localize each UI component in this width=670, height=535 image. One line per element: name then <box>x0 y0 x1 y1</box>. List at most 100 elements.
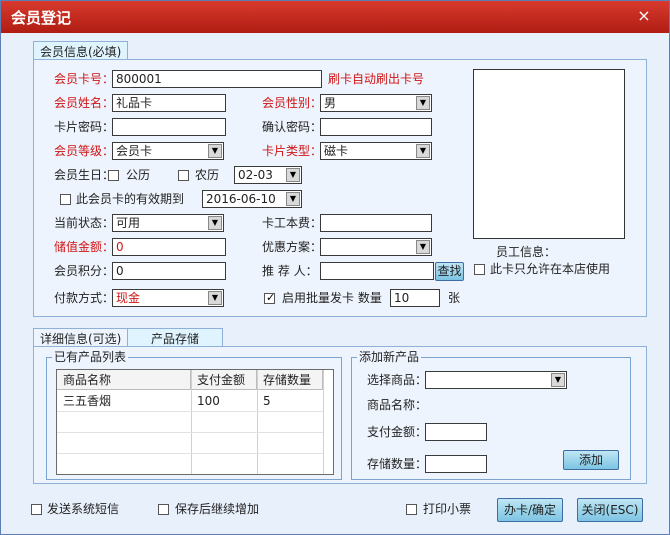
expiry-label: 此会员卡的有效期到 <box>76 192 185 206</box>
window-title: 会员登记 <box>11 9 72 27</box>
discount-label: 优惠方案： <box>262 240 323 254</box>
name-label: 会员姓名： <box>54 96 115 110</box>
solar-checkbox[interactable] <box>108 170 119 181</box>
stored-amount-label: 储值金额： <box>54 240 115 254</box>
storage-qty-input[interactable] <box>425 455 487 473</box>
level-label: 会员等级： <box>54 144 115 158</box>
password-label: 卡片密码： <box>54 120 115 134</box>
existing-products-title: 已有产品列表 <box>52 350 129 364</box>
chevron-down-icon: ▼ <box>286 168 300 182</box>
card-no-label: 会员卡号： <box>54 72 115 86</box>
points-label: 会员积分： <box>54 264 115 278</box>
card-type-select[interactable]: 磁卡 ▼ <box>320 142 432 160</box>
send-sms-checkbox[interactable] <box>31 504 42 515</box>
expiry-value: 2016-06-10 <box>206 192 276 206</box>
card-type-label: 卡片类型： <box>262 144 323 158</box>
row-divider <box>57 432 323 433</box>
discount-select[interactable]: ▼ <box>320 238 432 256</box>
close-icon[interactable]: × <box>636 8 652 24</box>
confirm-password-input[interactable] <box>320 118 432 136</box>
chevron-down-icon: ▼ <box>416 144 430 158</box>
payment-value: 现金 <box>116 291 141 305</box>
gender-select[interactable]: 男 ▼ <box>320 94 432 112</box>
payment-label: 付款方式： <box>54 291 115 305</box>
swipe-hint: 刷卡自动刷出卡号 <box>328 72 425 86</box>
chevron-down-icon: ▼ <box>416 240 430 254</box>
products-table[interactable]: 商品名称 支付金额 存储数量 三五香烟 100 5 <box>56 369 334 475</box>
product-name-label: 商品名称： <box>367 398 428 412</box>
title-bar: 会员登记 × <box>1 1 669 33</box>
member-photo[interactable] <box>473 69 625 239</box>
stored-amount-input[interactable]: 0 <box>112 238 226 256</box>
continue-add-checkbox[interactable] <box>158 504 169 515</box>
column-header-name[interactable]: 商品名称 <box>57 370 191 390</box>
level-select[interactable]: 会员卡 ▼ <box>112 142 224 160</box>
expiry-checkbox[interactable] <box>60 194 71 205</box>
pay-amount-input[interactable] <box>425 423 487 441</box>
column-divider <box>191 370 192 474</box>
level-value: 会员卡 <box>116 144 153 158</box>
password-input[interactable] <box>112 118 226 136</box>
column-divider <box>257 370 258 474</box>
gender-label: 会员性别： <box>262 96 323 110</box>
card-type-value: 磁卡 <box>324 144 349 158</box>
chevron-down-icon: ▼ <box>551 373 565 387</box>
tab-detail-info[interactable]: 详细信息(可选) <box>33 328 129 346</box>
column-header-amount[interactable]: 支付金额 <box>191 370 257 390</box>
close-button[interactable]: 关闭(ESC) <box>577 498 643 522</box>
referrer-label: 推 荐 人： <box>262 264 318 278</box>
chevron-down-icon: ▼ <box>208 291 222 305</box>
print-receipt-label: 打印小票 <box>423 502 472 516</box>
status-label: 当前状态： <box>54 216 115 230</box>
row-divider <box>57 453 323 454</box>
points-input[interactable]: 0 <box>112 262 226 280</box>
lunar-checkbox[interactable] <box>178 170 189 181</box>
confirm-password-label: 确认密码： <box>262 120 323 134</box>
confirm-button[interactable]: 办卡/确定 <box>497 498 563 522</box>
chevron-down-icon: ▼ <box>208 144 222 158</box>
table-cell-amount: 100 <box>197 394 220 408</box>
storage-qty-label: 存储数量： <box>367 457 428 471</box>
staff-info-label: 员工信息： <box>496 245 557 259</box>
chevron-down-icon: ▼ <box>208 216 222 230</box>
tab-member-info[interactable]: 会员信息(必填) <box>33 41 129 59</box>
referrer-input[interactable] <box>320 262 434 280</box>
product-select[interactable]: ▼ <box>425 371 567 389</box>
birthday-value: 02-03 <box>238 168 273 182</box>
batch-label: 启用批量发卡 数量 <box>282 291 382 305</box>
expiry-date-select[interactable]: 2016-06-10 ▼ <box>202 190 302 208</box>
gender-value: 男 <box>324 96 337 110</box>
send-sms-label: 发送系统短信 <box>47 502 120 516</box>
continue-add-label: 保存后继续增加 <box>175 502 260 516</box>
card-fee-label: 卡工本费： <box>262 216 323 230</box>
store-only-label: 此卡只允许在本店使用 <box>490 262 611 276</box>
tab-product-storage[interactable]: 产品存储 <box>127 328 223 346</box>
column-divider <box>323 370 324 474</box>
table-cell-name: 三五香烟 <box>63 394 112 408</box>
pay-amount-label: 支付金额： <box>367 425 428 439</box>
chevron-down-icon: ▼ <box>416 96 430 110</box>
card-no-input[interactable]: 800001 <box>112 70 322 88</box>
select-product-label: 选择商品： <box>367 373 428 387</box>
print-receipt-checkbox[interactable] <box>406 504 417 515</box>
payment-select[interactable]: 现金 ▼ <box>112 289 224 307</box>
name-input[interactable]: 礼品卡 <box>112 94 226 112</box>
column-header-qty[interactable]: 存储数量 <box>257 370 323 390</box>
batch-qty-input[interactable]: 10 <box>390 289 440 307</box>
solar-label: 公历 <box>126 168 151 182</box>
add-product-button[interactable]: 添加 <box>563 450 619 470</box>
lunar-label: 农历 <box>195 168 220 182</box>
batch-checkbox[interactable] <box>264 291 275 304</box>
table-cell-qty: 5 <box>263 394 271 408</box>
search-referrer-button[interactable]: 查找 <box>435 262 464 281</box>
product-storage-panel: 已有产品列表 商品名称 支付金额 存储数量 三五香烟 100 5 添加新产品 选… <box>33 346 647 484</box>
store-only-checkbox[interactable] <box>474 264 485 275</box>
add-product-title: 添加新产品 <box>357 350 422 364</box>
status-select[interactable]: 可用 ▼ <box>112 214 224 232</box>
chevron-down-icon: ▼ <box>286 192 300 206</box>
birthday-select[interactable]: 02-03 ▼ <box>234 166 302 184</box>
card-fee-input[interactable] <box>320 214 432 232</box>
status-value: 可用 <box>116 216 141 230</box>
row-divider <box>57 411 323 412</box>
birthday-label: 会员生日： <box>54 168 115 182</box>
